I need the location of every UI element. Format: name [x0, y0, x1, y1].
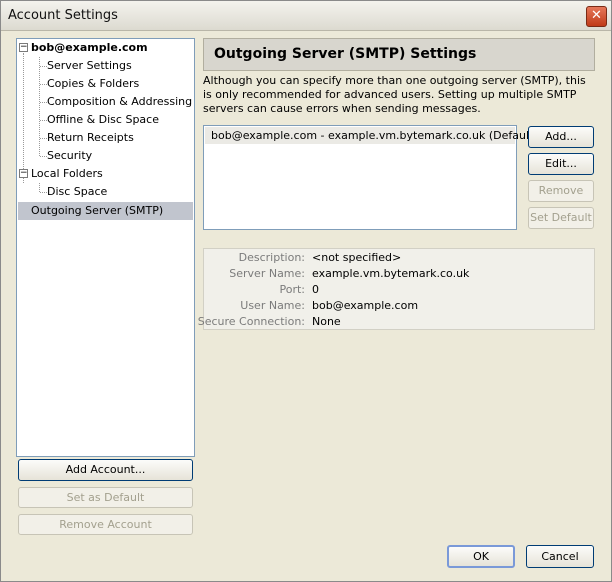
tree-item-return-receipts[interactable]: Return Receipts	[47, 129, 134, 147]
collapse-icon[interactable]: −	[19, 43, 28, 52]
tree-item-composition[interactable]: Composition & Addressing	[47, 93, 192, 111]
account-settings-dialog: Account Settings ✕ − bob@example.com Ser…	[0, 0, 612, 582]
set-as-default-button[interactable]: Set as Default	[18, 487, 193, 508]
detail-server-name: Server Name: example.vm.bytemark.co.uk	[229, 267, 470, 280]
tree-item-offline-disc[interactable]: Offline & Disc Space	[47, 111, 159, 129]
collapse-icon[interactable]: −	[19, 169, 28, 178]
tree-item-account[interactable]: − bob@example.com	[17, 39, 194, 57]
cancel-button[interactable]: Cancel	[526, 545, 594, 568]
local-folders-label: Local Folders	[31, 167, 103, 180]
smtp-server-list[interactable]: bob@example.com - example.vm.bytemark.co…	[203, 125, 538, 230]
tree-item-server-settings[interactable]: Server Settings	[47, 57, 132, 75]
remove-server-button[interactable]: Remove	[528, 180, 594, 202]
list-item[interactable]: bob@example.com - example.vm.bytemark.co…	[205, 127, 538, 144]
close-button[interactable]: ✕	[586, 6, 607, 27]
add-server-button[interactable]: Add...	[528, 126, 594, 148]
tree-item-security[interactable]: Security	[47, 147, 92, 165]
title-bar: Account Settings ✕	[1, 1, 611, 31]
smtp-description: Although you can specify more than one o…	[203, 74, 586, 115]
edit-server-button[interactable]: Edit...	[528, 153, 594, 175]
tree-item-copies-folders[interactable]: Copies & Folders	[47, 75, 139, 93]
detail-description: Description: <not specified>	[238, 251, 402, 264]
account-name: bob@example.com	[31, 41, 148, 54]
server-details: Description: <not specified> Server Name…	[197, 248, 595, 330]
panel-header: Outgoing Server (SMTP) Settings	[203, 38, 595, 71]
detail-user-name: User Name: bob@example.com	[240, 299, 419, 312]
add-account-button[interactable]: Add Account...	[18, 459, 193, 481]
tree-item-outgoing-server[interactable]: Outgoing Server (SMTP)	[18, 202, 193, 220]
window-title: Account Settings	[8, 8, 118, 23]
ok-button[interactable]: OK	[447, 545, 515, 568]
detail-port: Port: 0	[279, 283, 319, 296]
account-tree[interactable]: − bob@example.com Server Settings Copies…	[16, 38, 195, 457]
page-title: Outgoing Server (SMTP) Settings	[214, 46, 477, 62]
remove-account-button[interactable]: Remove Account	[18, 514, 193, 535]
set-default-server-button[interactable]: Set Default	[528, 207, 594, 229]
tree-item-disc-space[interactable]: Disc Space	[47, 183, 107, 201]
close-icon: ✕	[591, 8, 602, 23]
detail-secure-connection: Secure Connection: None	[197, 315, 341, 328]
tree-item-local-folders[interactable]: − Local Folders	[17, 165, 194, 183]
